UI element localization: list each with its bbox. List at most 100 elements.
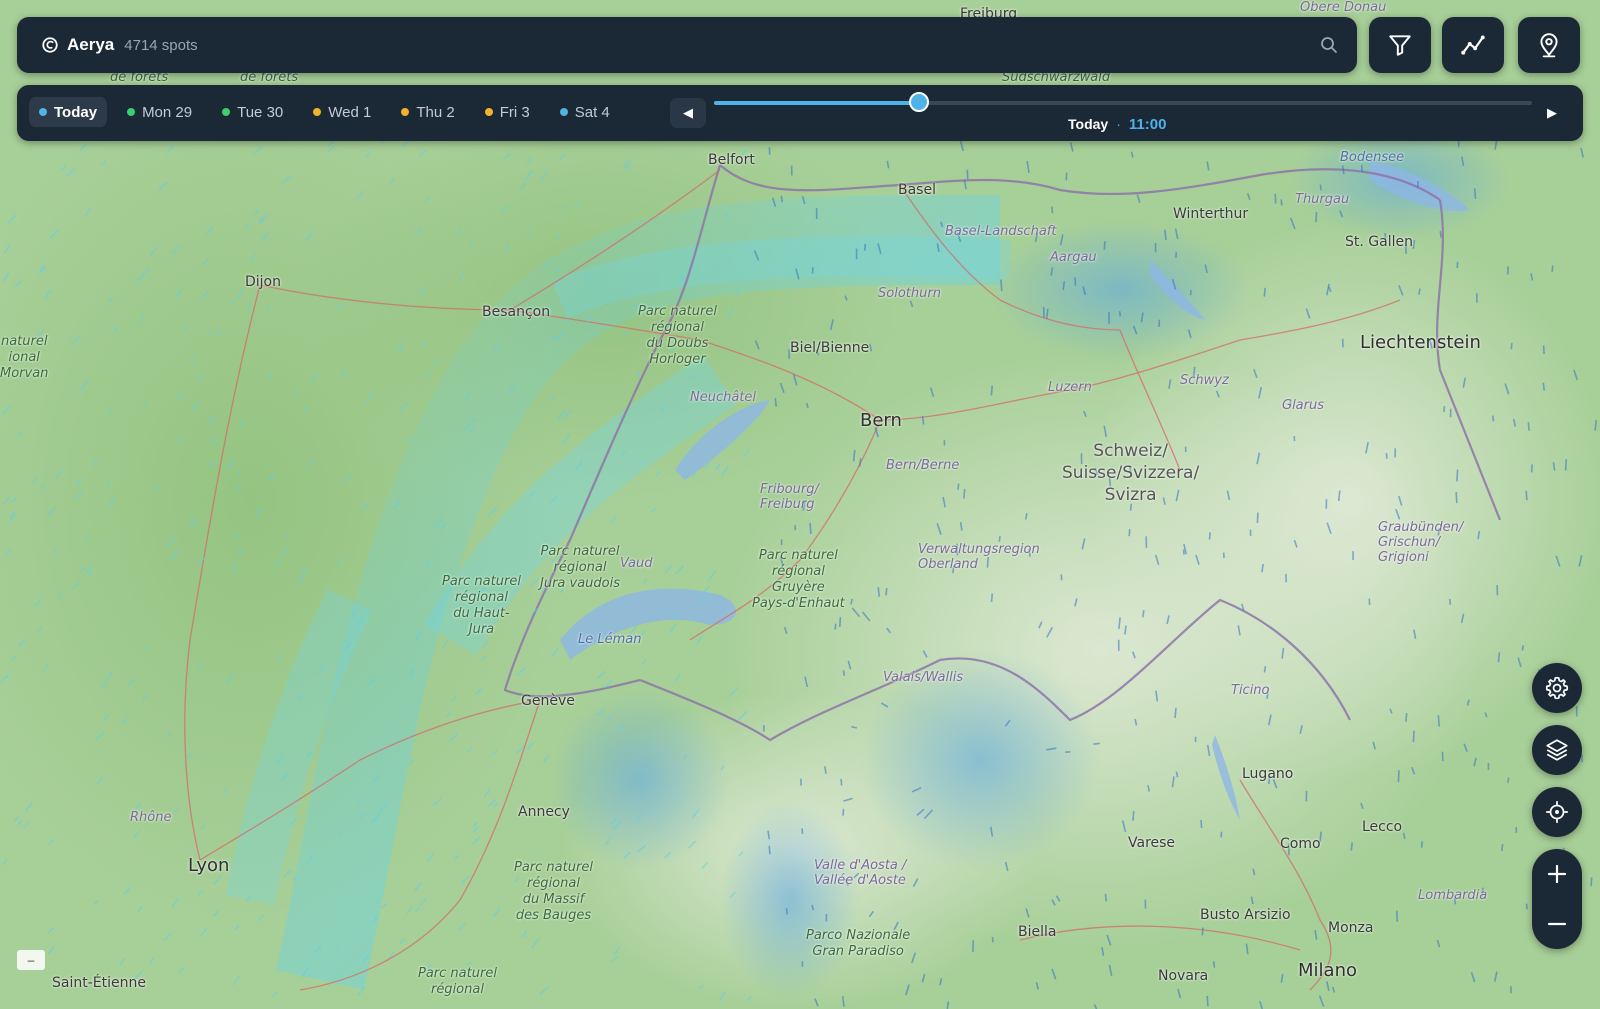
wind-tick bbox=[952, 565, 955, 574]
day-status-dot bbox=[484, 108, 493, 116]
day-tab-label: Fri 3 bbox=[499, 103, 530, 121]
wind-tick bbox=[877, 587, 881, 597]
wind-tick bbox=[990, 593, 994, 602]
search-bar[interactable]: Aerya 4714 spots bbox=[17, 17, 1357, 73]
wind-tick bbox=[1315, 211, 1318, 223]
wind-tick bbox=[850, 598, 853, 605]
layers-button[interactable] bbox=[1532, 725, 1582, 775]
wind-tick bbox=[1564, 459, 1568, 471]
wind-tick bbox=[1397, 770, 1400, 783]
wind-tick bbox=[1491, 415, 1495, 422]
chart-line-icon bbox=[1461, 35, 1485, 55]
wind-tick bbox=[1439, 230, 1442, 238]
caret-left-icon: ◀ bbox=[683, 105, 693, 120]
time-slider[interactable] bbox=[714, 92, 1532, 112]
wind-tick bbox=[957, 483, 960, 490]
day-tab-label: Wed 1 bbox=[328, 103, 372, 121]
wind-tick bbox=[1132, 810, 1135, 821]
caret-right-icon: ▶ bbox=[1547, 105, 1557, 120]
wind-tick bbox=[921, 415, 925, 425]
zoom-controls bbox=[1532, 849, 1582, 949]
filter-button[interactable] bbox=[1369, 17, 1431, 73]
search-icon[interactable] bbox=[1319, 35, 1339, 55]
wind-tick bbox=[780, 195, 784, 203]
settings-button[interactable] bbox=[1532, 663, 1582, 713]
wind-tick bbox=[842, 670, 846, 676]
day-tab[interactable]: Tue 30 bbox=[212, 97, 293, 127]
day-status-dot bbox=[127, 108, 136, 116]
wind-tick bbox=[1594, 420, 1597, 431]
wind-tick bbox=[1103, 241, 1106, 250]
wind-tick bbox=[834, 623, 837, 630]
wind-tick bbox=[1051, 206, 1054, 214]
day-status-dot bbox=[559, 108, 568, 116]
map-pin-icon bbox=[1540, 33, 1558, 58]
wind-tick bbox=[1397, 333, 1400, 341]
layers-icon bbox=[1546, 739, 1568, 761]
prev-time-button[interactable]: ◀ bbox=[670, 98, 706, 128]
wind-tick bbox=[1065, 172, 1068, 181]
wind-tick bbox=[1263, 287, 1266, 297]
wind-tick bbox=[885, 587, 888, 596]
aerya-logo-icon bbox=[42, 37, 58, 53]
day-status-dot bbox=[39, 108, 47, 116]
day-tab[interactable]: Today bbox=[29, 97, 108, 127]
wind-tick bbox=[1497, 652, 1501, 663]
wind-tick bbox=[1443, 406, 1446, 412]
day-tab-label: Tue 30 bbox=[237, 103, 284, 121]
wind-tick bbox=[1507, 777, 1510, 783]
forecast-timeline[interactable]: Today Mon 29 Tue 30 Wed 1 Thu 2 Fri 3 Sat 4 ◀ … bbox=[17, 85, 1583, 141]
map-canvas[interactable] bbox=[0, 0, 1600, 1009]
wind-tick bbox=[1062, 281, 1066, 291]
wind-tick bbox=[1118, 311, 1121, 317]
wind-tick bbox=[811, 267, 814, 274]
time-hour: 11:00 bbox=[1128, 116, 1167, 133]
wind-tick bbox=[1405, 713, 1408, 722]
day-tab[interactable]: Fri 3 bbox=[475, 97, 540, 127]
wind-tick bbox=[1418, 288, 1421, 295]
wind-tick bbox=[1510, 343, 1513, 350]
wind-tick bbox=[1046, 308, 1049, 319]
plus-icon bbox=[1547, 864, 1567, 884]
filter-icon bbox=[1389, 35, 1411, 56]
wind-tick bbox=[1319, 184, 1323, 191]
wind-tick bbox=[864, 243, 867, 251]
day-tab[interactable]: Wed 1 bbox=[303, 97, 381, 127]
wind-tick bbox=[1501, 844, 1504, 852]
locate-me-button[interactable] bbox=[1532, 787, 1582, 837]
wind-tick bbox=[1174, 707, 1177, 719]
wind-tick bbox=[1182, 549, 1185, 555]
wind-tick bbox=[839, 616, 842, 627]
wind-tick bbox=[774, 398, 777, 407]
time-slider-thumb[interactable] bbox=[908, 92, 929, 112]
wind-tick bbox=[1128, 529, 1131, 537]
wind-tick bbox=[1448, 598, 1452, 605]
chart-button[interactable] bbox=[1442, 17, 1504, 73]
wind-tick bbox=[1129, 503, 1133, 511]
wind-tick bbox=[1124, 625, 1127, 635]
day-tab[interactable]: Mon 29 bbox=[117, 97, 202, 127]
wind-tick bbox=[1104, 893, 1108, 902]
day-tab[interactable]: Sat 4 bbox=[550, 97, 620, 127]
location-button[interactable] bbox=[1518, 17, 1580, 73]
zoom-out-button[interactable] bbox=[1532, 899, 1582, 949]
day-tab[interactable]: Thu 2 bbox=[391, 97, 464, 127]
weather-map[interactable]: Freiburg Obere Donau Südschwarzwald Belfort… bbox=[0, 0, 1600, 1009]
wind-tick bbox=[1420, 841, 1423, 848]
next-time-button[interactable]: ▶ bbox=[1534, 98, 1570, 128]
wind-tick bbox=[1396, 910, 1399, 922]
wind-tick bbox=[1206, 995, 1209, 1007]
wind-tick bbox=[1456, 469, 1459, 482]
wind-tick bbox=[1192, 366, 1196, 377]
wind-tick bbox=[1208, 532, 1211, 540]
zoom-in-button[interactable] bbox=[1532, 849, 1582, 899]
wind-tick bbox=[1212, 960, 1216, 968]
wind-tick bbox=[1481, 887, 1484, 898]
wind-tick bbox=[1437, 715, 1440, 727]
wind-tick bbox=[1319, 831, 1322, 843]
wind-tick bbox=[1289, 399, 1292, 407]
wind-tick bbox=[1525, 903, 1528, 910]
wind-tick bbox=[840, 778, 843, 786]
spot-count: 4714 spots bbox=[124, 36, 198, 54]
wind-tick bbox=[1268, 774, 1271, 784]
